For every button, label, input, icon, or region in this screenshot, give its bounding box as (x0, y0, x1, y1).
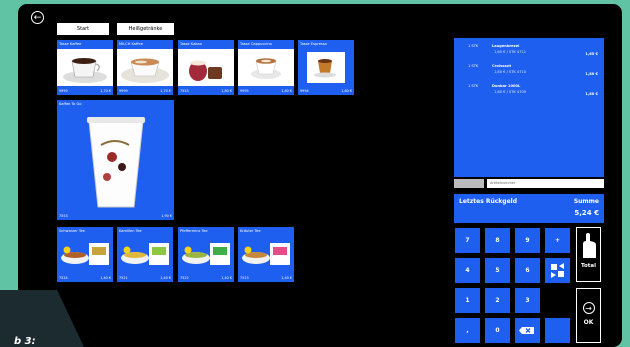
product-code: 9999 (119, 89, 128, 93)
key-4[interactable]: 4 (455, 258, 480, 283)
product-price: 1,70 € (160, 89, 171, 93)
product-tile-kraeuter-tee[interactable]: Kräuter Tee 7523 1,40 € (238, 227, 294, 282)
backspace-button[interactable] (515, 318, 540, 343)
product-code: 7522 (180, 276, 189, 280)
product-price: 1,40 € (160, 276, 171, 280)
receipt-line[interactable]: 1 STK Donbar 1000L 1,80 € / STK 4709 1,8… (454, 80, 604, 100)
pos-window: ← Start Heißgetränke Tasse Kaffee 9999 1… (18, 4, 622, 347)
article-number-input[interactable]: Artikelnummer (487, 179, 604, 188)
tea-image (117, 236, 173, 273)
receipt-panel[interactable]: 1 STK Laugenbrezel 1,65 € / STK 4711 1,6… (454, 38, 604, 177)
tea-image (238, 236, 294, 273)
total-label: Total (580, 263, 597, 269)
product-price: 1,80 € (281, 89, 292, 93)
product-code: 7553 (180, 89, 189, 93)
product-name: Pfefferminz Tee (180, 229, 208, 233)
product-price: 1,80 € (221, 89, 232, 93)
product-tile-kaffee-to-go[interactable]: Kaffee To Go 7553 1,90 € (57, 100, 174, 220)
key-6[interactable]: 6 (515, 258, 540, 283)
last-change-label: Letztes Rückgeld (459, 198, 518, 205)
tea-image (57, 236, 113, 273)
tab-start[interactable]: Start (57, 23, 109, 35)
sum-label: Summe (573, 198, 599, 205)
product-price: 1,40 € (100, 276, 111, 280)
product-code: 7524 (59, 276, 68, 280)
tea-image (178, 236, 234, 273)
product-code: 9995 (240, 89, 249, 93)
ok-label: OK (583, 319, 594, 326)
backspace-icon (519, 327, 534, 334)
sum-value: 5,24 € (574, 209, 599, 217)
quantity-input[interactable] (454, 179, 484, 188)
arrow-right-icon: → (582, 302, 595, 314)
key-comma[interactable]: , (455, 318, 480, 343)
hand-icon (583, 233, 596, 258)
total-button[interactable]: Total (576, 227, 601, 282)
tab-heissgetraenke[interactable]: Heißgetränke (117, 23, 174, 35)
product-code: 7523 (240, 276, 249, 280)
product-name: Tasse Kakao (180, 42, 202, 46)
product-name: Tasse Kaffee (59, 42, 82, 46)
summary-panel: Letztes Rückgeld Summe 5,24 € (454, 194, 604, 223)
split-bill-button[interactable] (545, 258, 570, 283)
product-name: Kaffee To Go (59, 102, 82, 106)
product-tile-kamillen-tee[interactable]: Kamillen Tee 7521 1,40 € (117, 227, 173, 282)
key-0[interactable]: 0 (485, 318, 510, 343)
key-3[interactable]: 3 (515, 288, 540, 313)
product-tile-milch-kaffee[interactable]: MILCH Kaffee 9999 1,70 € (117, 40, 173, 95)
product-name: Kamillen Tee (119, 229, 142, 233)
coffee-cup-image (57, 49, 113, 86)
key-2[interactable]: 2 (485, 288, 510, 313)
latte-image (117, 49, 173, 86)
key-8[interactable]: 8 (485, 228, 510, 253)
product-name: Tasse Espresso (300, 42, 327, 46)
product-code: 9999 (59, 89, 68, 93)
product-tile-tasse-kakao[interactable]: Tasse Kakao 7553 1,80 € (178, 40, 234, 95)
product-name: Tasse Cappuccino (240, 42, 272, 46)
empty-key[interactable] (545, 318, 570, 343)
product-tile-schwarzer-tee[interactable]: Schwarzer Tee 7524 1,40 € (57, 227, 113, 282)
product-price: 1,60 € (341, 89, 352, 93)
ok-button[interactable]: → OK (576, 288, 601, 343)
cappuccino-cup-image (238, 49, 294, 86)
product-tile-pfefferminz-tee[interactable]: Pfefferminz Tee 7522 1,40 € (178, 227, 234, 282)
key-7[interactable]: 7 (455, 228, 480, 253)
receipt-line[interactable]: 1 STK Croissant 1,80 € / STK 4710 1,80 € (454, 60, 604, 80)
product-price: 1,40 € (221, 276, 232, 280)
product-code: 9994 (300, 89, 309, 93)
product-tile-tasse-cappuccino[interactable]: Tasse Cappuccino 9995 1,80 € (238, 40, 294, 95)
espresso-cup-image (298, 49, 354, 86)
product-price: 1,40 € (281, 276, 292, 280)
split-icon (551, 263, 564, 278)
product-code: 7553 (59, 214, 68, 218)
key-plus[interactable]: + (545, 228, 570, 253)
back-arrow-icon[interactable]: ← (31, 11, 44, 24)
receipt-line[interactable]: 1 STK Laugenbrezel 1,65 € / STK 4711 1,6… (454, 40, 604, 60)
product-tile-tasse-espresso[interactable]: Tasse Espresso 9994 1,60 € (298, 40, 354, 95)
kakao-cup-image (178, 49, 234, 86)
product-tile-tasse-kaffee[interactable]: Tasse Kaffee 9999 1,70 € (57, 40, 113, 95)
key-1[interactable]: 1 (455, 288, 480, 313)
product-name: Schwarzer Tee (59, 229, 85, 233)
to-go-cup-image (57, 109, 174, 211)
product-price: 1,90 € (161, 214, 172, 218)
key-5[interactable]: 5 (485, 258, 510, 283)
product-name: MILCH Kaffee (119, 42, 143, 46)
product-price: 1,70 € (100, 89, 111, 93)
product-code: 7521 (119, 276, 128, 280)
key-9[interactable]: 9 (515, 228, 540, 253)
product-name: Kräuter Tee (240, 229, 261, 233)
